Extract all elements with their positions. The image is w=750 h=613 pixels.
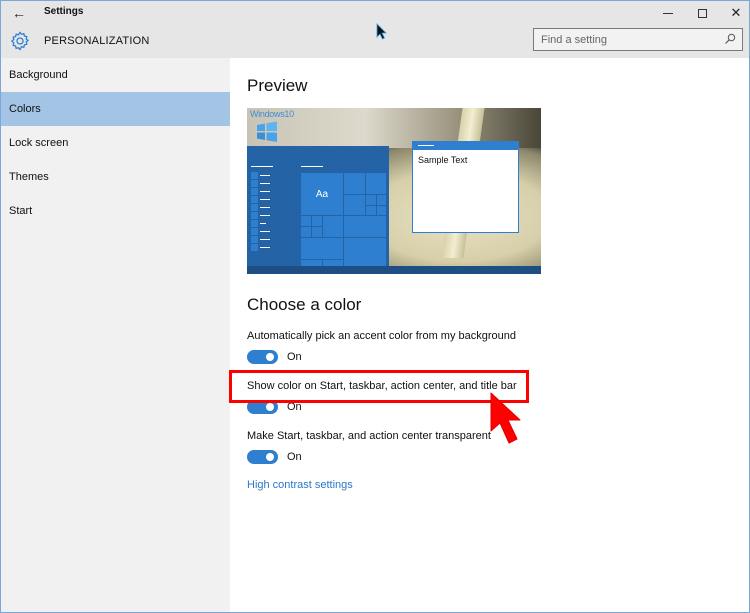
preview-tile — [301, 238, 343, 259]
settings-window: ← Settings ✕ PERSONALIZATION Back — [0, 0, 750, 613]
preview-heading: Preview — [247, 76, 308, 95]
preview-sample-text: Sample Text — [418, 155, 468, 165]
preview-sample-window: Sample Text — [412, 141, 519, 233]
sidebar-item-colors[interactable]: Colors — [1, 92, 230, 126]
preview-tiles-header — [301, 166, 323, 167]
gear-icon — [11, 31, 29, 51]
title-bar: ← Settings ✕ — [1, 1, 749, 25]
preview-tile — [301, 216, 311, 226]
sidebar-item-label: Background — [9, 69, 68, 81]
toggle-knob — [266, 353, 274, 361]
search-icon[interactable] — [724, 33, 736, 45]
preview-start-menu: Aa — [247, 146, 389, 266]
preview-tile — [344, 238, 386, 266]
auto-accent-toggle[interactable] — [247, 350, 278, 364]
sidebar-item-label: Colors — [9, 103, 41, 115]
mouse-cursor-icon — [376, 23, 387, 40]
windows-logo-text: Windows10 — [250, 109, 294, 119]
main-content: Preview Windows10 Aa Sample Text Choose … — [230, 58, 749, 612]
setting-label-transparent: Make Start, taskbar, and action center t… — [247, 430, 491, 442]
preview-sample-titlebar — [413, 142, 518, 150]
transparency-state: On — [287, 451, 302, 463]
back-button[interactable]: ← — [7, 2, 31, 24]
sidebar-item-background[interactable]: Background — [1, 58, 230, 92]
windows-logo-icon — [257, 121, 277, 142]
maximize-icon — [697, 8, 707, 18]
preview-tile — [366, 195, 376, 205]
transparency-toggle[interactable] — [247, 450, 278, 464]
preview-tile — [377, 195, 386, 205]
setting-label-auto-accent: Automatically pick an accent color from … — [247, 330, 517, 342]
preview-tile — [323, 216, 343, 237]
back-arrow-icon: ← — [12, 5, 26, 21]
close-icon: ✕ — [730, 5, 742, 20]
preview-tile — [366, 206, 376, 215]
preview-tile — [312, 227, 322, 237]
sidebar-item-label: Themes — [9, 171, 49, 183]
preview-tile — [344, 195, 365, 215]
search-input[interactable] — [534, 29, 714, 50]
high-contrast-settings-link[interactable]: High contrast settings — [247, 479, 353, 491]
annotation-arrow-icon — [490, 392, 521, 444]
preview-list-header — [251, 166, 273, 167]
sidebar-item-start[interactable]: Start — [1, 194, 230, 228]
sidebar-item-themes[interactable]: Themes — [1, 160, 230, 194]
close-button[interactable]: ✕ — [719, 1, 749, 25]
page-header: PERSONALIZATION — [1, 25, 749, 58]
preview-taskbar — [247, 266, 541, 274]
sidebar: Background Colors Lock screen Themes Sta… — [1, 58, 230, 612]
minimize-icon — [663, 12, 673, 14]
maximize-button[interactable] — [685, 1, 719, 25]
preview-tile-large: Aa — [301, 173, 343, 215]
toggle-knob — [266, 453, 274, 461]
choose-color-heading: Choose a color — [247, 295, 362, 314]
sidebar-item-lock-screen[interactable]: Lock screen — [1, 126, 230, 160]
preview-sample-title-line — [418, 145, 434, 146]
preview-tile — [312, 216, 322, 226]
minimize-button[interactable] — [651, 1, 685, 25]
preview-tile-label: Aa — [315, 188, 329, 200]
page-title: PERSONALIZATION — [44, 35, 150, 47]
preview-tile — [344, 216, 386, 237]
auto-accent-state: On — [287, 351, 302, 363]
window-title: Settings — [44, 6, 84, 17]
sidebar-item-label: Start — [9, 205, 33, 217]
search-box[interactable] — [533, 28, 743, 51]
annotation-highlight-box — [229, 370, 529, 403]
preview-tile — [366, 173, 386, 194]
toggle-knob — [266, 403, 274, 411]
color-preview: Windows10 Aa Sample Text — [247, 108, 541, 274]
preview-tile — [301, 227, 311, 237]
preview-tile — [344, 173, 365, 194]
preview-tile — [377, 206, 386, 215]
sidebar-item-label: Lock screen — [9, 137, 69, 149]
